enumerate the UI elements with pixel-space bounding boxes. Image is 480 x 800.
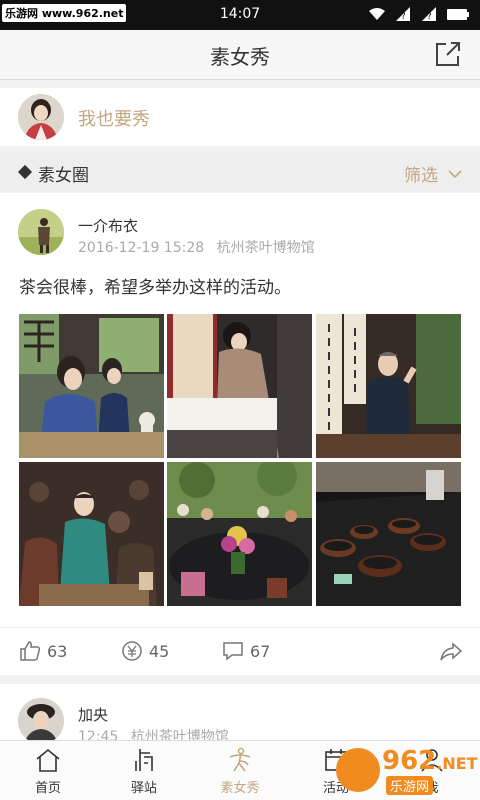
chevron-down-icon: [448, 169, 462, 178]
tab-label: 首页: [34, 781, 61, 796]
post-meta: 12:45 杭州茶叶博物馆: [78, 726, 229, 740]
status-icons: ? ?: [368, 6, 470, 22]
signal-icon-2: ?: [422, 7, 436, 22]
comment-icon: [223, 642, 243, 661]
timestamp: 12:45: [78, 729, 119, 740]
nav-bar: 素女秀: [0, 30, 480, 80]
comment-button[interactable]: 67: [222, 640, 270, 662]
post-meta: 2016-12-19 15:28 杭州茶叶博物馆: [78, 237, 315, 257]
photo-calligraphy[interactable]: [167, 314, 312, 458]
watermark-logo: 962.NET 乐游网: [336, 744, 478, 796]
location: 杭州茶叶博物馆: [216, 240, 315, 256]
post-entry-row[interactable]: 我也要秀: [0, 88, 480, 146]
like-count: 63: [47, 641, 68, 661]
post-prompt[interactable]: 我也要秀: [78, 105, 150, 131]
photo-seated-group[interactable]: [19, 462, 164, 606]
watermark-number: 962.NET: [382, 746, 478, 776]
username[interactable]: 加央: [78, 704, 108, 725]
reward-button[interactable]: 45: [121, 640, 169, 662]
page-title: 素女秀: [210, 45, 270, 69]
photo-speaker[interactable]: [316, 314, 461, 458]
status-bar: 乐游网 www.962.net 14:07 ? ?: [0, 0, 480, 30]
avatar[interactable]: [18, 209, 64, 255]
username[interactable]: 一介布衣: [78, 215, 138, 236]
post-actions: 63 45 67: [0, 627, 480, 675]
svg-text:?: ?: [401, 12, 406, 22]
location: 杭州茶叶博物馆: [130, 729, 229, 740]
filter-button[interactable]: 筛选: [404, 161, 462, 186]
photo-grid: [19, 314, 461, 606]
share-out-icon[interactable]: [434, 40, 462, 68]
photo-tea-ceremony[interactable]: [19, 314, 164, 458]
post-text: 茶会很棒，希望多举办这样的活动。: [19, 278, 291, 298]
timestamp: 2016-12-19 15:28: [78, 240, 205, 256]
section-title: 素女圈: [38, 166, 89, 186]
signal-icon-1: ?: [396, 7, 410, 22]
tab-station[interactable]: 驿站: [96, 741, 192, 800]
home-icon: [36, 748, 60, 772]
avatar: [18, 94, 64, 140]
share-icon[interactable]: [440, 642, 462, 662]
coin-icon: [122, 641, 142, 661]
battery-icon: [447, 9, 469, 20]
tab-show[interactable]: 素女秀: [192, 741, 288, 800]
tab-label: 驿站: [130, 781, 157, 796]
comment-count: 67: [250, 641, 271, 661]
wifi-icon: [369, 8, 385, 20]
diamond-icon: [17, 164, 33, 180]
section-header: 素女圈 筛选: [0, 152, 480, 192]
photo-tea-bowls[interactable]: [316, 462, 461, 606]
photo-outdoor-gathering[interactable]: [167, 462, 312, 606]
thumbs-up-icon: [20, 641, 41, 661]
station-icon: [135, 749, 153, 771]
post-card[interactable]: 加央 12:45 杭州茶叶博物馆: [0, 684, 480, 740]
filter-label: 筛选: [404, 166, 438, 186]
post-card[interactable]: 一介布衣 2016-12-19 15:28 杭州茶叶博物馆 茶会很棒，希望多举办…: [0, 193, 480, 675]
reward-count: 45: [149, 641, 170, 661]
watermark-badge: [336, 748, 380, 792]
watermark-sub: 乐游网: [386, 776, 434, 795]
dancer-icon: [229, 747, 251, 772]
tab-label: 素女秀: [220, 781, 260, 796]
avatar[interactable]: [18, 698, 64, 740]
svg-text:?: ?: [427, 12, 432, 22]
tab-home[interactable]: 首页: [0, 741, 96, 800]
like-button[interactable]: 63: [19, 640, 67, 662]
